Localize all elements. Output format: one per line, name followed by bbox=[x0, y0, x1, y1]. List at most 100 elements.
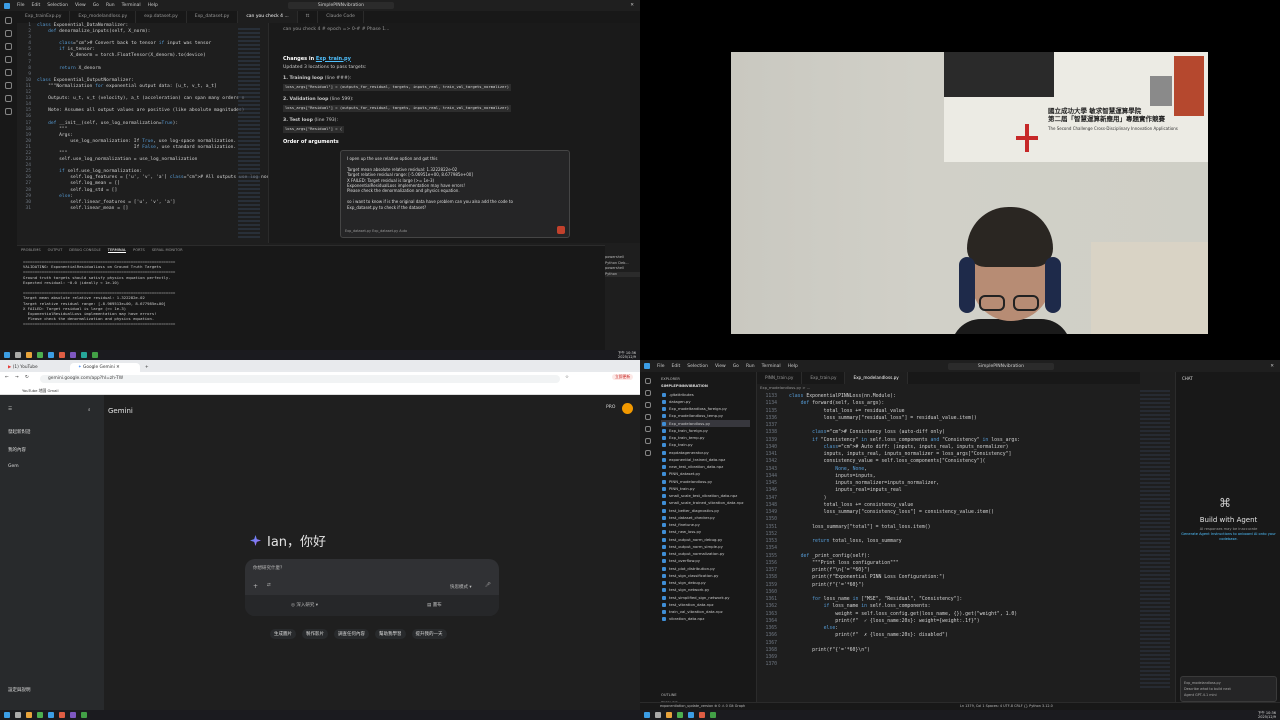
menu-run[interactable]: Run bbox=[746, 364, 755, 369]
code-line[interactable]: 1134 def forward(self, loss_args): bbox=[757, 400, 1137, 407]
app-icon[interactable] bbox=[70, 712, 76, 718]
code-line[interactable]: 1364 print(f" ✓ {loss_name:20s}: weight=… bbox=[757, 618, 1137, 625]
file-item[interactable]: train_val_vibration_data.npz bbox=[661, 608, 750, 615]
menu-edit[interactable]: Edit bbox=[32, 3, 41, 8]
search-icon[interactable] bbox=[655, 712, 661, 718]
bookmarks-bar[interactable]: YouTube 地圖 Gmail bbox=[0, 386, 640, 395]
source-control-icon[interactable] bbox=[5, 43, 12, 50]
code-line[interactable]: 1344 inputs=inputs, bbox=[757, 473, 1137, 480]
menu-view[interactable]: View bbox=[75, 3, 86, 8]
file-item[interactable]: PINN_modelandloss.py bbox=[661, 478, 750, 485]
file-item[interactable]: Exp_modeltandloss_foreign.py bbox=[661, 405, 750, 412]
file-item[interactable]: expdatagenerator.py bbox=[661, 449, 750, 456]
code-line[interactable]: 1368 print(f"{'='*60}\n") bbox=[757, 647, 1137, 654]
code-line[interactable]: 1341 inputs, inputs_real, inputs_normali… bbox=[757, 451, 1137, 458]
menu-run[interactable]: Run bbox=[106, 3, 115, 8]
code-line[interactable]: 1352 bbox=[757, 531, 1137, 538]
status-right[interactable]: Ln 1379, Col 1 Spaces: 4 UTF-8 CRLF {} P… bbox=[960, 703, 1053, 710]
file-explorer-icon[interactable] bbox=[26, 352, 32, 358]
code-line[interactable]: 1348 total_loss += consistency_value bbox=[757, 502, 1137, 509]
file-item[interactable]: Exp_train.py bbox=[661, 441, 750, 448]
code-editor[interactable]: 1133 class ExponentialPINNLoss(nn.Module)… bbox=[757, 393, 1137, 703]
search-icon[interactable] bbox=[644, 390, 651, 396]
tab[interactable]: Claude Code bbox=[318, 11, 364, 23]
panel-tab-ports[interactable]: PORTS bbox=[133, 248, 145, 253]
tab[interactable]: Exp_modelandloss.py bbox=[70, 11, 137, 23]
code-line[interactable]: 1347 ) bbox=[757, 495, 1137, 502]
gem-item[interactable]: Gem bbox=[8, 464, 19, 469]
code-line[interactable]: 1359 print(f"{'='*60}") bbox=[757, 582, 1137, 589]
prompt-box[interactable]: 你想研究什麼？ + ⇄ 快思模式 ▾ 🎤︎ ◎ 深入研究 ▾ ▤ 畫布 bbox=[245, 559, 499, 616]
panel-tab-debug-console[interactable]: DEBUG CONSOLE bbox=[69, 248, 100, 253]
file-item[interactable]: test_overflow.py bbox=[661, 557, 750, 564]
file-item[interactable]: Exp_modellandloss_temp.py bbox=[661, 412, 750, 419]
file-item[interactable]: test_output_norm_simple.py bbox=[661, 543, 750, 550]
tab-active[interactable]: can you check 4 ... bbox=[238, 11, 298, 23]
start-icon[interactable] bbox=[4, 352, 10, 358]
menu-selection[interactable]: Selection bbox=[47, 3, 68, 8]
reload-icon[interactable]: ↻ bbox=[25, 375, 29, 380]
source-control-icon[interactable] bbox=[644, 402, 651, 408]
app-icon[interactable] bbox=[70, 352, 76, 358]
back-icon[interactable]: ← bbox=[5, 375, 9, 380]
mic-icon[interactable]: 🎤︎ bbox=[485, 583, 491, 588]
code-line[interactable]: 1349 loss_summary["consistency_loss"] = … bbox=[757, 509, 1137, 516]
code-editor[interactable]: 1 class Exponential_DataNormalizer: 2 def … bbox=[17, 23, 272, 243]
my-content-item[interactable]: 我的內容 bbox=[8, 447, 26, 453]
menu-file[interactable]: File bbox=[657, 364, 665, 369]
search-icon[interactable] bbox=[15, 712, 21, 718]
app-icon[interactable] bbox=[59, 352, 65, 358]
chrome-icon[interactable] bbox=[37, 352, 43, 358]
testing-icon[interactable] bbox=[644, 438, 651, 444]
file-item[interactable]: Exp_train_temp.py bbox=[661, 434, 750, 441]
code-line[interactable]: 1135 total_loss += residual_value bbox=[757, 408, 1137, 415]
tab-exp-modelandloss[interactable]: Exp_modelandloss.py bbox=[845, 372, 908, 384]
search-icon[interactable]: ⌕ bbox=[88, 407, 91, 413]
tab-exp-train[interactable]: Exp_train.py bbox=[802, 372, 846, 384]
code-line[interactable]: 1361 for loss_name in ["MSE", "Residual"… bbox=[757, 596, 1137, 603]
vscode-icon[interactable] bbox=[688, 712, 694, 718]
file-item[interactable]: test_better_diagnostics.py bbox=[661, 507, 750, 514]
code-line[interactable]: 13 Outputs: u_t, v_t (velocity), a_t (ac… bbox=[17, 96, 267, 102]
code-line[interactable]: 1354 bbox=[757, 545, 1137, 552]
file-item[interactable]: Exp_train_foreign.py bbox=[661, 427, 750, 434]
code-line[interactable]: 1369 bbox=[757, 654, 1137, 661]
close-window-icon[interactable]: ✕ bbox=[630, 3, 634, 8]
tab[interactable]: tt bbox=[298, 11, 319, 23]
file-item[interactable]: test_dataset_checker.py bbox=[661, 514, 750, 521]
close-window-icon[interactable]: ✕ bbox=[1270, 364, 1274, 369]
extensions-icon[interactable] bbox=[5, 69, 12, 76]
code-line[interactable]: 1338 class="cm"># Consistency loss (auto… bbox=[757, 429, 1137, 436]
code-line[interactable]: 1355 def _print_config(self): bbox=[757, 553, 1137, 560]
menu-edit[interactable]: Edit bbox=[672, 364, 681, 369]
tab[interactable]: exp.dataset.py bbox=[136, 11, 187, 23]
agent-instructions-link[interactable]: Generate Agent Instructions to onboard A… bbox=[1181, 532, 1276, 542]
code-line[interactable]: 1360 bbox=[757, 589, 1137, 596]
outline-section[interactable]: OUTLINE bbox=[661, 692, 677, 699]
menu-view[interactable]: View bbox=[715, 364, 726, 369]
testing-icon[interactable] bbox=[5, 82, 12, 89]
code-line[interactable]: 1357 print(f"\n{'='*60}") bbox=[757, 567, 1137, 574]
tab[interactable]: Exp_dataset.py bbox=[187, 11, 239, 23]
vscode-icon[interactable] bbox=[48, 352, 54, 358]
file-item[interactable]: new_test_vibration_data.npz bbox=[661, 463, 750, 470]
code-line[interactable]: 31 self.linear_mean = [] bbox=[17, 206, 267, 212]
code-line[interactable]: 1358 print(f"Exponential PINN Loss Confi… bbox=[757, 574, 1137, 581]
line-icon[interactable] bbox=[710, 712, 716, 718]
file-item[interactable]: test_sign_network.py bbox=[661, 586, 750, 593]
file-item[interactable]: exponential_trained_data.npz bbox=[661, 456, 750, 463]
chip-generate-image[interactable]: 生成圖片 bbox=[270, 629, 296, 639]
code-line[interactable]: 1351 loss_summary["total"] = total_loss.… bbox=[757, 524, 1137, 531]
code-line[interactable]: 1356 """Print loss configuration""" bbox=[757, 560, 1137, 567]
menu-selection[interactable]: Selection bbox=[687, 364, 708, 369]
line-icon[interactable] bbox=[92, 352, 98, 358]
menu-icon[interactable]: ☰ bbox=[8, 407, 12, 412]
code-line[interactable]: 15 Note: Assumes all output values are p… bbox=[17, 108, 267, 114]
avatar[interactable] bbox=[622, 403, 633, 414]
code-line[interactable]: 1336 loss_summary["residual_loss"] = res… bbox=[757, 415, 1137, 422]
code-line[interactable]: 1339 if "Consistency" in self.loss_compo… bbox=[757, 437, 1137, 444]
new-chat-item[interactable]: 發起新對話 bbox=[8, 429, 31, 435]
file-item[interactable]: PINN_train.py bbox=[661, 485, 750, 492]
file-item[interactable]: .gitattributes bbox=[661, 391, 750, 398]
status-left[interactable]: exponentiation_update_version ⊗ 0 ⚠ 0 Gi… bbox=[660, 704, 745, 708]
